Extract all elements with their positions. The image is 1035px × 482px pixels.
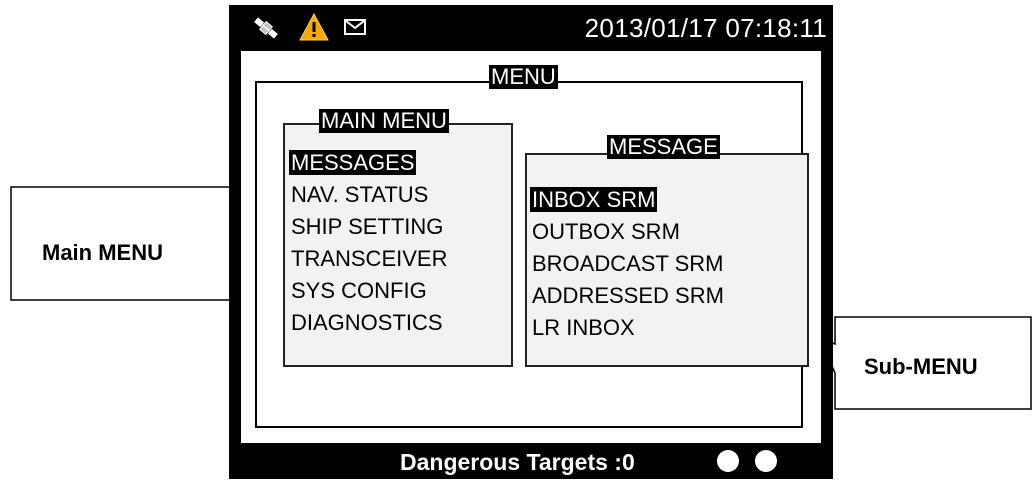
main-menu-item-transceiver[interactable]: TRANSCEIVER [289, 243, 449, 275]
sub-menu-item-outbox-srm[interactable]: OUTBOX SRM [530, 216, 726, 248]
main-menu-callout-label: Main MENU [42, 240, 163, 265]
mail-icon [344, 19, 366, 35]
main-menu-title: MAIN MENU [319, 108, 449, 133]
status-bar: 2013/01/17 07:18:11 [229, 5, 833, 49]
sub-menu-list: INBOX SRM OUTBOX SRM BROADCAST SRM ADDRE… [530, 184, 726, 344]
sub-menu-item-broadcast-srm[interactable]: BROADCAST SRM [530, 248, 726, 280]
sub-menu-item-addressed-srm[interactable]: ADDRESSED SRM [530, 280, 726, 312]
main-menu-item-diagnostics[interactable]: DIAGNOSTICS [289, 307, 449, 339]
main-menu-item-messages[interactable]: MESSAGES [289, 147, 449, 179]
menu-display-area: MENU MAIN MENU MESSAGES NAV. STATUS SHIP… [241, 51, 821, 443]
main-menu-item-sys-config[interactable]: SYS CONFIG [289, 275, 449, 307]
main-menu-list: MESSAGES NAV. STATUS SHIP SETTING TRANSC… [289, 147, 449, 339]
menu-title: MENU [489, 64, 558, 89]
ais-display-screen: 2013/01/17 07:18:11 MENU MAIN MENU MESSA… [229, 5, 833, 479]
footer-bar: Dangerous Targets :0 [229, 445, 833, 479]
status-indicator-light [755, 450, 777, 472]
datetime-display: 2013/01/17 07:18:11 [584, 13, 827, 43]
sub-menu-item-inbox-srm[interactable]: INBOX SRM [530, 184, 726, 216]
warning-icon [299, 13, 329, 41]
sub-menu-callout-label: Sub-MENU [864, 354, 978, 379]
status-indicator-light [717, 450, 739, 472]
sub-menu-title: MESSAGE [607, 134, 720, 159]
main-menu-item-ship-setting[interactable]: SHIP SETTING [289, 211, 449, 243]
dangerous-targets-status: Dangerous Targets :0 [400, 449, 635, 475]
main-menu-item-nav-status[interactable]: NAV. STATUS [289, 179, 449, 211]
sub-menu-item-lr-inbox[interactable]: LR INBOX [530, 312, 726, 344]
satellite-icon [254, 17, 278, 39]
